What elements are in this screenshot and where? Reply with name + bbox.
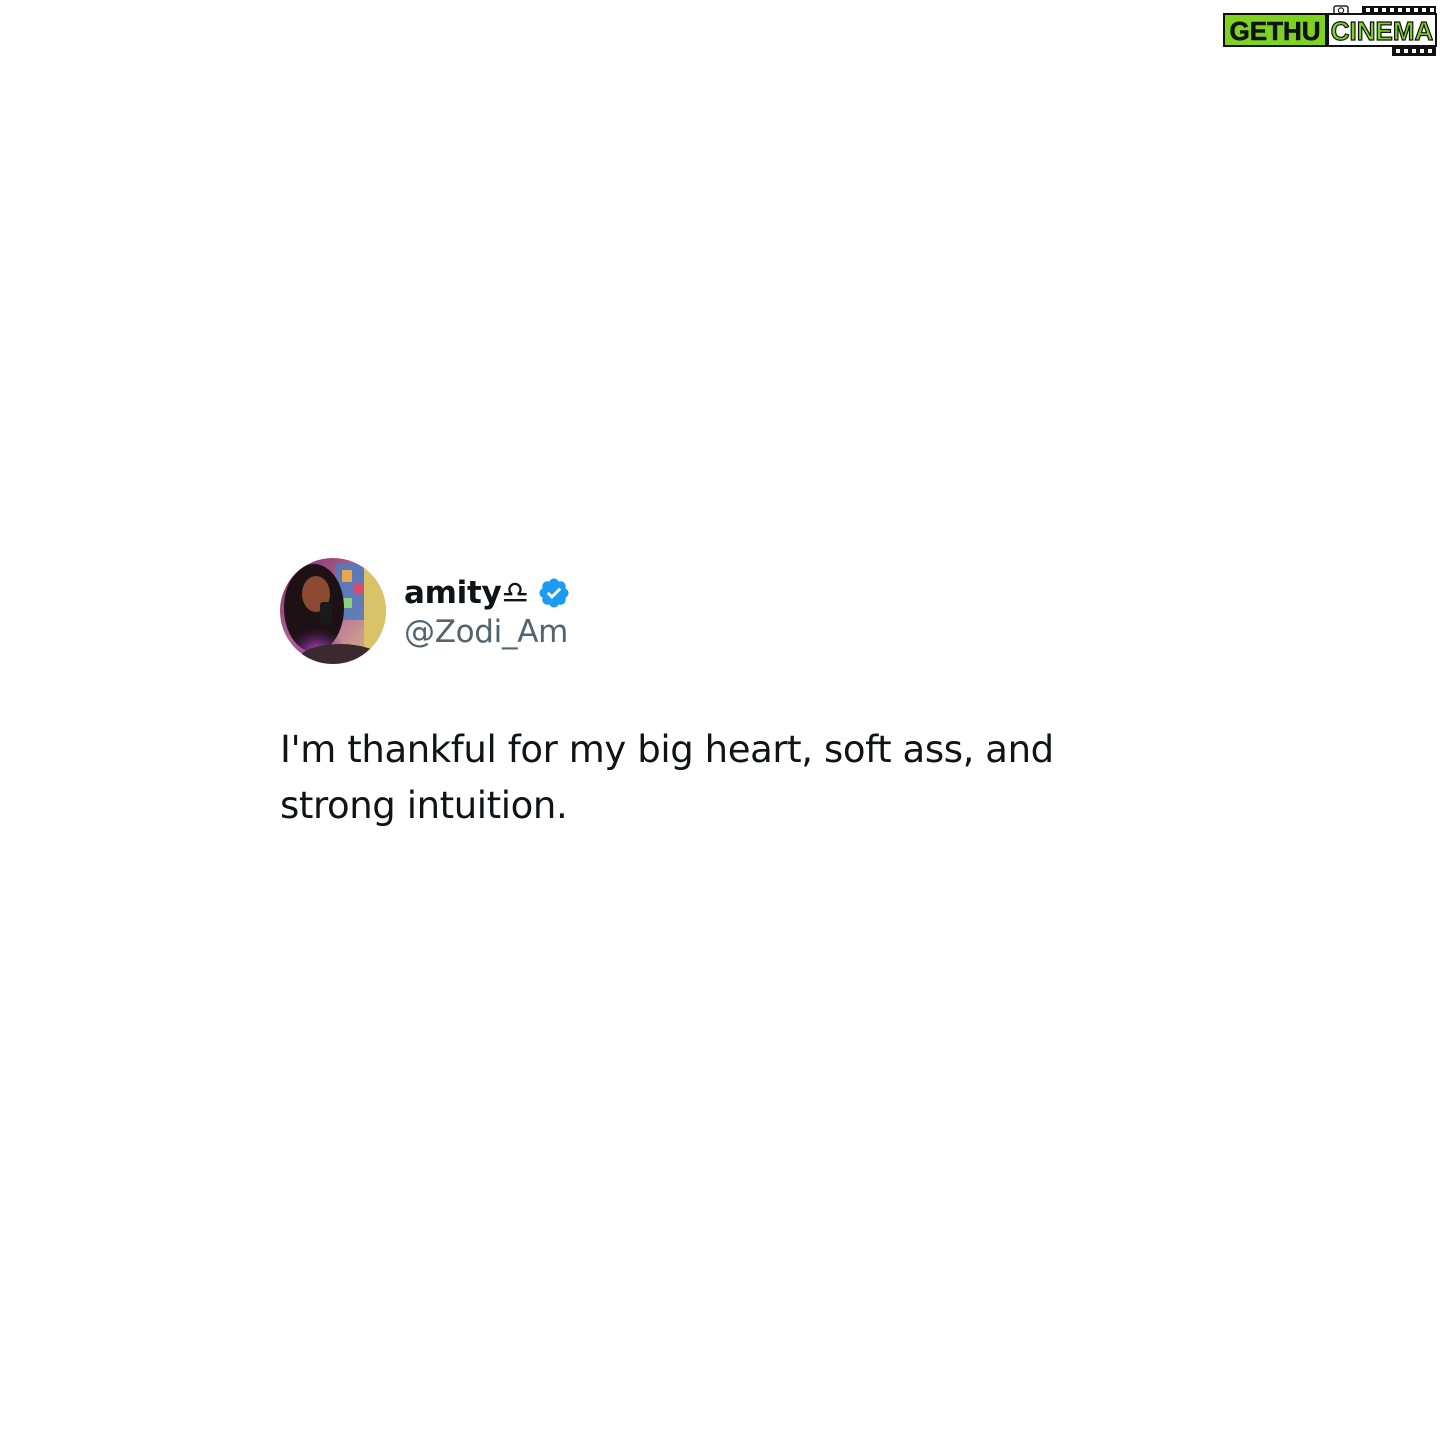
display-name[interactable]: amity♎: [404, 575, 529, 611]
tweet-text: I'm thankful for my big heart, soft ass,…: [280, 728, 1054, 827]
user-handle[interactable]: @Zodi_Am: [404, 614, 571, 650]
verified-badge-icon: [537, 576, 571, 610]
tweet-card: amity♎ @Zodi_Am I'm thankful for my big …: [280, 558, 1180, 834]
film-strip-top: [1362, 6, 1436, 14]
avatar[interactable]: [280, 558, 386, 664]
watermark-part1: GETHU: [1230, 16, 1321, 46]
watermark-part2: CINEMA: [1331, 16, 1434, 46]
avatar-photo: [280, 558, 386, 664]
display-name-row: amity♎: [404, 572, 571, 614]
tweet-header: amity♎ @Zodi_Am: [280, 558, 1180, 664]
film-strip-bottom: [1392, 47, 1436, 56]
user-names: amity♎ @Zodi_Am: [404, 572, 571, 650]
gethu-cinema-logo: GETHU CINEMA: [1223, 5, 1437, 56]
watermark-logo: GETHU CINEMA: [1222, 2, 1438, 58]
